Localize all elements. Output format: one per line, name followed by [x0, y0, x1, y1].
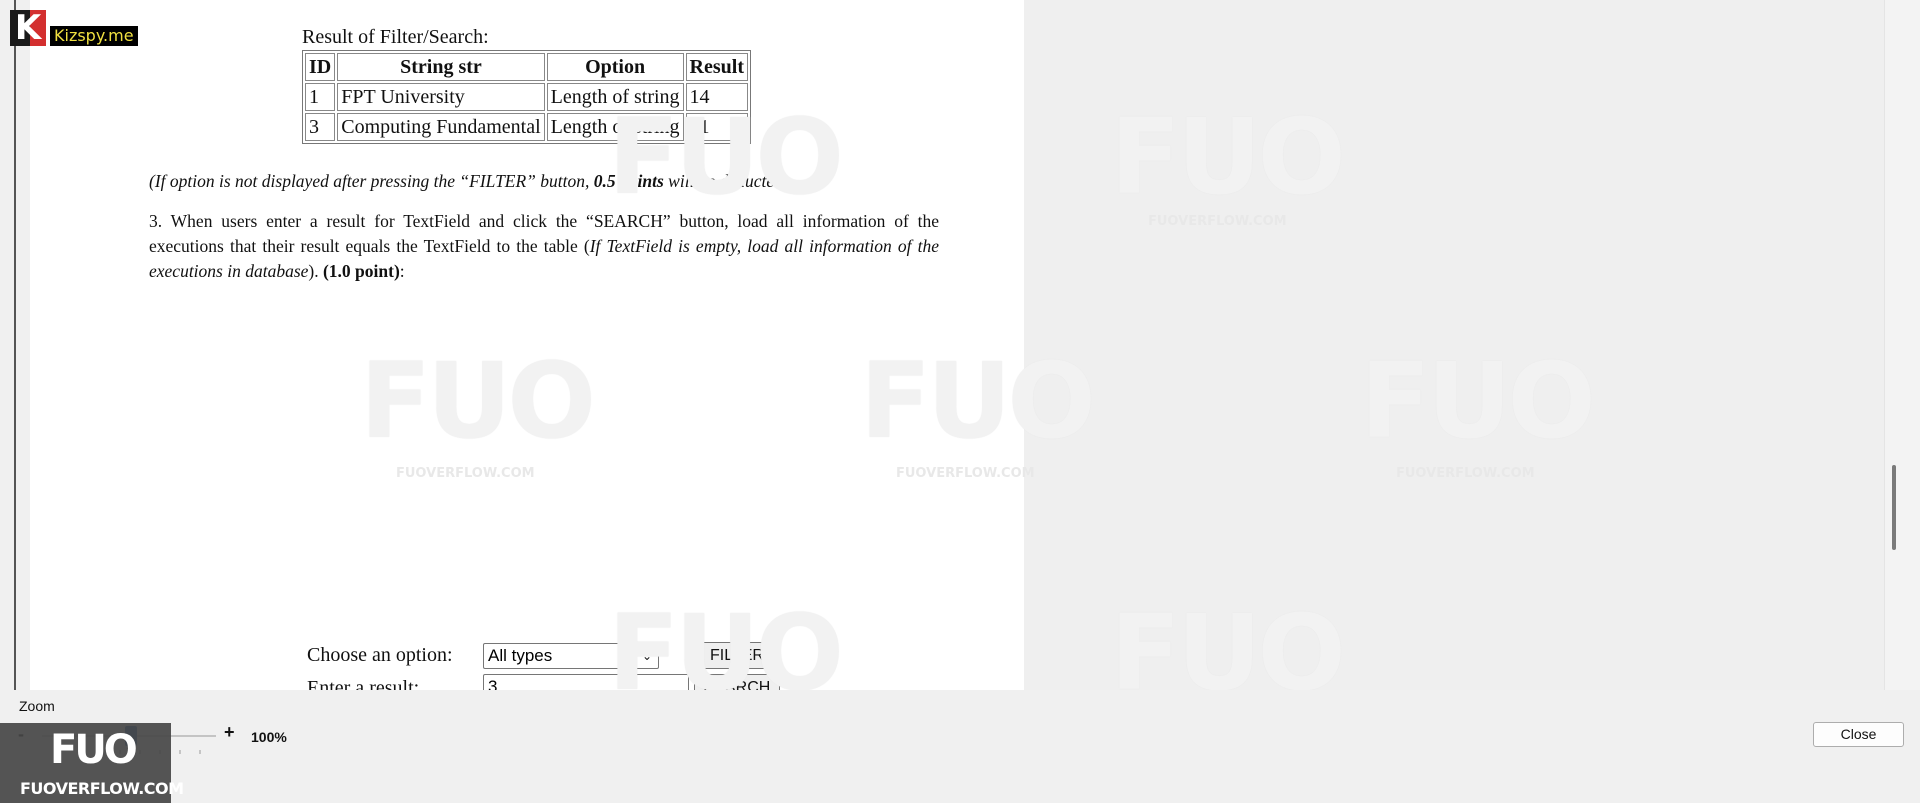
search-requirement-paragraph: 3. When users enter a result for TextFie… — [149, 209, 939, 284]
chevron-down-icon: ⌄ — [641, 649, 652, 663]
zoom-bar: Zoom - + 100% Close — [0, 690, 1920, 803]
vertical-scrollbar[interactable] — [1884, 0, 1920, 690]
para-text-2: ). — [308, 261, 323, 281]
zoom-in-button[interactable]: + — [224, 722, 235, 743]
zoom-label: Zoom — [19, 698, 55, 714]
result-input[interactable]: 3 — [483, 674, 689, 690]
cell-id: 1 — [305, 83, 336, 111]
document-viewer[interactable]: Result of Filter/Search: ID String str O… — [0, 0, 1920, 690]
document-page: Result of Filter/Search: ID String str O… — [30, 0, 1024, 690]
viewer-background — [1024, 0, 1884, 690]
search-button[interactable]: SEARCH — [694, 674, 780, 690]
cell-option: Length of string — [546, 113, 684, 141]
close-button[interactable]: Close — [1813, 722, 1904, 747]
result-label: Enter a result: — [307, 677, 420, 690]
option-select-value: All types — [488, 646, 553, 665]
fuoverflow-logo: FUO FUOVERFLOW.COM — [0, 723, 184, 803]
filter-note: (If option is not displayed after pressi… — [149, 171, 789, 192]
kizspy-logo-icon: K — [10, 10, 46, 46]
cell-string: FPT University — [337, 83, 545, 111]
cell-result: 21 — [685, 113, 748, 141]
result-table: ID String str Option Result 1 FPT Univer… — [302, 50, 751, 144]
table-row: 1 FPT University Length of string 14 — [305, 83, 748, 111]
table-header-row: ID String str Option Result — [305, 53, 748, 81]
cell-result: 14 — [685, 83, 748, 111]
note-text-1: (If option is not displayed after pressi… — [149, 171, 594, 191]
para-text-3: : — [399, 261, 405, 281]
cell-string: Computing Fundamental — [337, 113, 545, 141]
option-label: Choose an option: — [307, 644, 453, 666]
result-caption: Result of Filter/Search: — [302, 26, 489, 48]
kizspy-logo-text: Kizspy.me — [50, 26, 138, 46]
option-select[interactable]: All types ⌄ — [483, 643, 659, 669]
note-bold: 0.5 points — [593, 171, 664, 191]
table-row: 3 Computing Fundamental Length of string… — [305, 113, 748, 141]
fuo-logo-mark: FUO — [50, 727, 138, 773]
header-result: Result — [685, 53, 748, 81]
cell-option: Length of string — [546, 83, 684, 111]
zoom-value: 100% — [251, 729, 287, 745]
header-string: String str — [337, 53, 545, 81]
note-text-2: will be deducted) — [663, 171, 789, 191]
filter-button[interactable]: FILTER — [694, 642, 780, 669]
para-points: (1.0 point) — [322, 261, 400, 281]
cell-id: 3 — [305, 113, 336, 141]
header-id: ID — [305, 53, 336, 81]
scrollbar-thumb[interactable] — [1892, 465, 1896, 550]
header-option: Option — [546, 53, 684, 81]
fuo-logo-name: FUOVERFLOW.COM — [20, 779, 184, 798]
viewer-left-border — [14, 0, 16, 690]
